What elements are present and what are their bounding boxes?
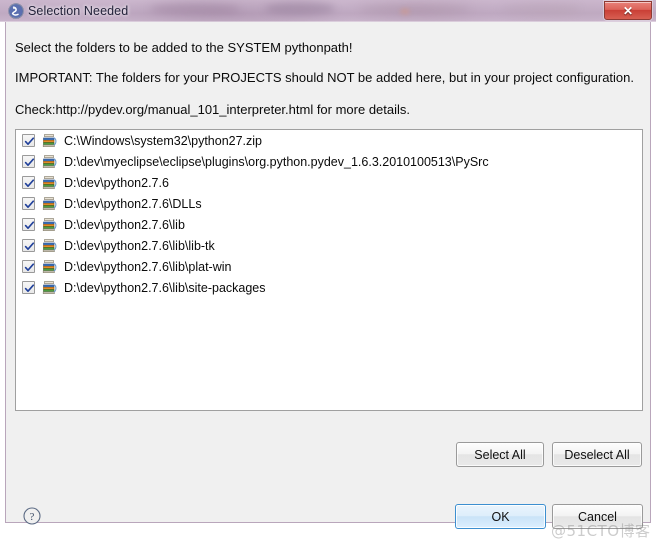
cancel-button[interactable]: Cancel [552,504,643,529]
list-item[interactable]: D:\dev\python2.7.6\lib\site-packages [16,277,642,298]
pydev-app-icon [8,3,24,19]
folder-path-label: D:\dev\python2.7.6\lib\site-packages [64,280,266,295]
dialog-window: Selection Needed ✕ Select the folders to… [0,0,656,540]
titlebar-glass-blur [265,2,335,15]
dialog-client-area: Select the folders to be added to the SY… [5,22,651,540]
library-icon [42,175,58,191]
deselect-all-label: Deselect All [564,447,630,462]
library-icon [42,217,58,233]
folder-path-label: D:\dev\python2.7.6\lib\lib-tk [64,238,215,253]
close-icon: ✕ [622,3,634,18]
folder-checkbox[interactable] [22,155,35,168]
titlebar-glass-blur [150,3,240,15]
instruction-line-3: Check:http://pydev.org/manual_101_interp… [15,102,411,117]
instruction-line-1: Select the folders to be added to the SY… [15,40,353,55]
select-all-label: Select All [474,447,526,462]
library-icon [42,259,58,275]
folder-list[interactable]: C:\Windows\system32\python27.zip D:\dev\m… [15,129,643,411]
folder-path-label: D:\dev\python2.7.6\lib [64,217,185,232]
list-item[interactable]: D:\dev\python2.7.6\lib [16,214,642,235]
cancel-label: Cancel [578,509,617,524]
folder-path-label: D:\dev\python2.7.6\lib\plat-win [64,259,232,274]
folder-checkbox[interactable] [22,218,35,231]
close-button[interactable]: ✕ [604,1,652,20]
list-item[interactable]: C:\Windows\system32\python27.zip [16,130,642,151]
folder-path-label: D:\dev\python2.7.6 [64,175,169,190]
folder-checkbox[interactable] [22,176,35,189]
folder-path-label: C:\Windows\system32\python27.zip [64,133,263,148]
folder-checkbox[interactable] [22,281,35,294]
library-icon [42,238,58,254]
list-item[interactable]: D:\dev\myeclipse\eclipse\plugins\org.pyt… [16,151,642,172]
folder-path-label: D:\dev\python2.7.6\DLLs [64,196,202,211]
deselect-all-button[interactable]: Deselect All [552,442,642,467]
library-icon [42,154,58,170]
list-item[interactable]: D:\dev\python2.7.6\lib\lib-tk [16,235,642,256]
titlebar-glass-blur [500,3,580,15]
ok-button[interactable]: OK [455,504,546,529]
library-icon [42,280,58,296]
select-all-button[interactable]: Select All [456,442,544,467]
folder-checkbox[interactable] [22,260,35,273]
titlebar-glass-blur [360,4,470,15]
folder-checkbox[interactable] [22,239,35,252]
instruction-line-2: IMPORTANT: The folders for your PROJECTS… [15,70,634,85]
window-title: Selection Needed [28,4,129,18]
help-question-icon[interactable]: ? [22,506,42,526]
titlebar-glass-blur [400,8,410,15]
svg-text:?: ? [30,511,35,523]
list-item[interactable]: D:\dev\python2.7.6 [16,172,642,193]
list-item[interactable]: D:\dev\python2.7.6\lib\plat-win [16,256,642,277]
ok-label: OK [491,509,510,524]
dialog-body: Select the folders to be added to the SY… [6,22,650,540]
folder-path-label: D:\dev\myeclipse\eclipse\plugins\org.pyt… [64,154,489,169]
library-icon [42,196,58,212]
list-item[interactable]: D:\dev\python2.7.6\DLLs [16,193,642,214]
folder-checkbox[interactable] [22,134,35,147]
folder-checkbox[interactable] [22,197,35,210]
title-bar[interactable]: Selection Needed ✕ [0,0,656,22]
library-icon [42,133,58,149]
